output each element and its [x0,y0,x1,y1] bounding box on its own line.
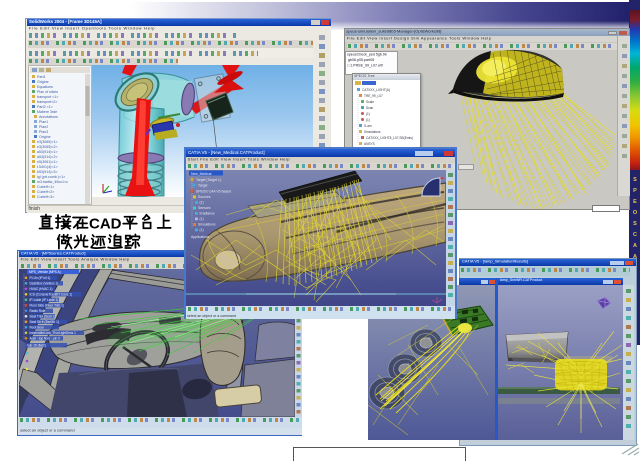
svg-text:Floor Side (Floor Trim 1): Floor Side (Floor Trim 1) [30,304,65,308]
svg-text:Roof Seal: Roof Seal [30,326,44,330]
svg-text:Part2 <1>: Part2 <1> [37,105,53,109]
svg-text:m3.badlw_45cc1<c: m3.badlw_45cc1<c [37,180,68,184]
svg-text:MPS_Vehicle (MPS A): MPS_Vehicle (MPS A) [29,270,61,274]
svg-text:transport<2>: transport<2> [37,100,57,104]
svg-text:t.5401(4)<1>: t.5401(4)<1> [37,165,58,169]
svg-text:(1): (1) [200,228,204,232]
svg-text:e3(3065)<1>: e3(3065)<1> [37,140,58,144]
svg-text:ICS (ConsoleTrav80T Cons 1): ICS (ConsoleTrav80T Cons 1) [30,293,73,297]
svg-text:CAD: CAD [89,216,122,233]
svg-text:New_Medical: New_Medical [191,172,212,176]
svg-text:DashBox (VarBox 1): DashBox (VarBox 1) [30,282,59,286]
svg-text:CATXXX_LIGHT8_L07.SB(Emis): CATXXX_LIGHT8_L07.SB(Emis) [366,136,413,140]
svg-text:a53(914)<2>: a53(914)<2> [37,155,58,159]
svg-text:Audi - top floor - pln 0: Audi - top floor - pln 0 [30,337,61,341]
svg-text:S-am: S-am [364,124,372,128]
svg-text:Annotations: Annotations [39,115,58,119]
svg-text:SPEOS CAA V5 Based: SPEOS CAA V5 Based [196,190,231,194]
svg-text:Radio Rule: Radio Rule [30,309,46,313]
svg-text:Target: Target [198,184,207,188]
svg-text:b53(914)<3>: b53(914)<3> [37,170,58,174]
svg-text:Scan: Scan [366,106,373,110]
svg-text:lgl (prt.comb.)<1>: lgl (prt.comb.)<1> [37,175,65,179]
svg-text:(1): (1) [366,112,370,116]
svg-text:Seat Str.fr (BseStr 1): Seat Str.fr (BseStr 1) [30,320,59,324]
svg-text:Matiere 3rde: Matiere 3rde [37,110,57,114]
svg-text:Simulations: Simulations [364,130,381,134]
svg-text:Sources: Sources [198,195,211,199]
svg-text:HVAC (HVAC 1): HVAC (HVAC 1) [30,287,53,291]
svg-text:CATXXX_LIGHT(A): CATXXX_LIGHT(A) [362,88,390,92]
svg-text:CubeH<1>: CubeH<1> [37,185,54,189]
svg-text:e5(3061)<1>: e5(3061)<1> [37,160,58,164]
svg-text:Applications: Applications [191,235,210,239]
svg-text:Target (Target 1): Target (Target 1) [196,178,221,182]
svg-text:Sensors: Sensors [198,206,211,210]
svg-text:e3(3065)<2>: e3(3065)<2> [37,145,58,149]
svg-text:CubeH<2>: CubeH<2> [37,190,54,194]
svg-text:TRE_99_L07: TRE_99_L07 [364,94,383,98]
svg-text:PI-Un (IP kit 1): PI-Un (IP kit 1) [30,276,51,280]
svg-text:insercableLock_ThorLightSens 1: insercableLock_ThorLightSens 1 [30,331,77,335]
svg-text:(1): (1) [200,217,204,221]
svg-text:transport <1>: transport <1> [37,95,58,99]
svg-text:Plan of silizio: Plan of silizio [37,90,58,94]
svg-text:Plan1: Plan1 [39,120,48,124]
svg-text:IP-Lside (IP Lside 1): IP-Lside (IP Lside 1) [30,298,59,302]
svg-text:CubeH<3>: CubeH<3> [37,195,54,199]
svg-text:(1): (1) [200,201,204,205]
svg-text:hub 15 (flat2): hub 15 (flat2) [27,344,46,348]
svg-text:Plan2: Plan2 [39,125,48,129]
svg-text:Scale: Scale [366,100,374,104]
svg-text:Part1: Part1 [37,75,46,79]
svg-text:(1): (1) [366,118,370,122]
svg-text:Simulations: Simulations [198,223,216,227]
svg-text:Origine: Origine [39,135,51,139]
svg-text:Irradiance: Irradiance [200,212,215,216]
svg-text:Plan3: Plan3 [39,130,48,134]
svg-text:ANSYS: ANSYS [364,142,375,146]
svg-text:Equations: Equations [37,85,53,89]
svg-text:Origine: Origine [37,80,49,84]
svg-text:a53(914)<1>: a53(914)<1> [37,150,58,154]
svg-text:Seat Trim (Seat 1): Seat Trim (Seat 1) [30,315,56,319]
